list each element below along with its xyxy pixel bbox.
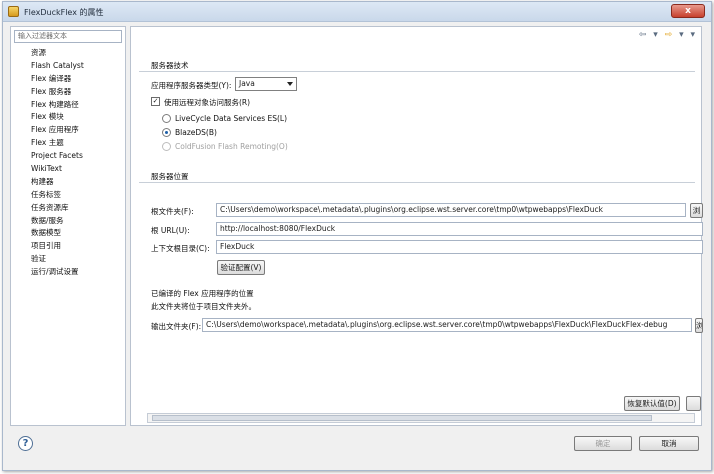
server-tech-section-label: 服务器技术: [151, 61, 189, 70]
window-title: FlexDuckFlex 的属性: [24, 8, 104, 17]
remote-access-label: 使用远程对象访问服务(R): [164, 98, 251, 107]
back-icon[interactable]: ⇦: [639, 30, 649, 40]
cancel-button[interactable]: 取消: [639, 436, 699, 451]
dropdown-icon[interactable]: ▾: [679, 30, 686, 40]
section-divider: [139, 182, 695, 183]
app-icon: [8, 6, 19, 17]
sidebar-item[interactable]: 项目引用: [31, 240, 84, 253]
scrollbar-thumb[interactable]: [152, 415, 652, 421]
server-type-label: 应用程序服务器类型(Y):: [151, 81, 232, 90]
sidebar-item[interactable]: Flex 服务器: [31, 86, 84, 99]
root-folder-label: 根文件夹(F):: [151, 207, 194, 216]
radio-coldfusion-label: ColdFusion Flash Remoting(O): [175, 142, 288, 151]
validate-config-button[interactable]: 验证配置(V): [217, 260, 265, 275]
server-type-select[interactable]: Java: [235, 77, 297, 91]
radio-coldfusion[interactable]: [162, 142, 171, 151]
sidebar: 输入过滤器文本 资源 Flash Catalyst Flex 编译器 Flex 服务器…: [10, 26, 126, 426]
nav-toolbar: ⇦ ▾ ⇨ ▾ ▾: [639, 30, 697, 40]
sidebar-item[interactable]: 资源: [31, 47, 84, 60]
restore-defaults-button[interactable]: 恢复默认值(D): [624, 396, 680, 411]
sidebar-item[interactable]: 数据/服务: [31, 215, 84, 228]
help-icon[interactable]: ?: [18, 436, 33, 451]
root-folder-input[interactable]: C:\Users\demo\workspace\.metadata\.plugi…: [216, 203, 686, 217]
apply-button[interactable]: [686, 396, 701, 411]
chevron-down-icon: [287, 82, 293, 86]
radio-blazeds-label: BlazeDS(B): [175, 128, 217, 137]
sidebar-item[interactable]: Flex 应用程序: [31, 124, 84, 137]
radio-livecycle[interactable]: [162, 114, 171, 123]
sidebar-item[interactable]: Flex 构建路径: [31, 99, 84, 112]
server-type-value: Java: [239, 79, 255, 88]
sidebar-item[interactable]: Flash Catalyst: [31, 60, 84, 73]
output-folder-input[interactable]: C:\Users\demo\workspace\.metadata\.plugi…: [202, 318, 692, 332]
sidebar-item[interactable]: 任务标签: [31, 189, 84, 202]
view-menu-icon[interactable]: ▾: [690, 30, 697, 40]
sidebar-item[interactable]: 任务资源库: [31, 202, 84, 215]
root-url-input[interactable]: http://localhost:8080/FlexDuck: [216, 222, 703, 236]
sidebar-item[interactable]: Flex 主题: [31, 137, 84, 150]
dropdown-icon[interactable]: ▾: [653, 30, 660, 40]
sidebar-item[interactable]: 运行/调试设置: [31, 266, 84, 279]
sidebar-item[interactable]: Flex 模块: [31, 111, 84, 124]
horizontal-scrollbar[interactable]: [147, 413, 695, 423]
browse-output-folder-button[interactable]: 浏: [695, 318, 703, 333]
filter-input[interactable]: 输入过滤器文本: [14, 30, 122, 43]
main-panel: ⇦ ▾ ⇨ ▾ ▾ 服务器技术 应用程序服务器类型(Y): Java ✓ 使用远…: [130, 26, 703, 426]
title-bar: FlexDuckFlex 的属性 x: [3, 2, 711, 22]
sidebar-item[interactable]: 构建器: [31, 176, 84, 189]
forward-icon[interactable]: ⇨: [665, 30, 675, 40]
sidebar-item[interactable]: Flex 编译器: [31, 73, 84, 86]
radio-blazeds[interactable]: [162, 128, 171, 137]
radio-livecycle-label: LiveCycle Data Services ES(L): [175, 114, 288, 123]
root-url-label: 根 URL(U):: [151, 226, 190, 235]
sidebar-item[interactable]: 数据模型: [31, 227, 84, 240]
ok-button[interactable]: 确定: [574, 436, 632, 451]
remote-access-checkbox[interactable]: ✓: [151, 97, 160, 106]
context-root-label: 上下文根目录(C):: [151, 244, 210, 253]
sidebar-item[interactable]: Project Facets: [31, 150, 84, 163]
sidebar-item[interactable]: WikiText: [31, 163, 84, 176]
property-tree: 资源 Flash Catalyst Flex 编译器 Flex 服务器 Flex 构建路…: [31, 47, 84, 279]
output-folder-label: 输出文件夹(F):: [151, 322, 202, 331]
server-location-section-label: 服务器位置: [151, 172, 189, 181]
section-divider: [139, 71, 695, 72]
properties-dialog: FlexDuckFlex 的属性 x 输入过滤器文本 资源 Flash Catal…: [2, 1, 712, 471]
sidebar-item[interactable]: 验证: [31, 253, 84, 266]
close-button[interactable]: x: [671, 4, 705, 18]
output-description: 此文件夹将位于项目文件夹外。: [151, 302, 256, 311]
browse-root-folder-button[interactable]: 浏: [690, 203, 703, 218]
output-section-label: 已编译的 Flex 应用程序的位置: [151, 289, 254, 298]
context-root-input[interactable]: FlexDuck: [216, 240, 703, 254]
